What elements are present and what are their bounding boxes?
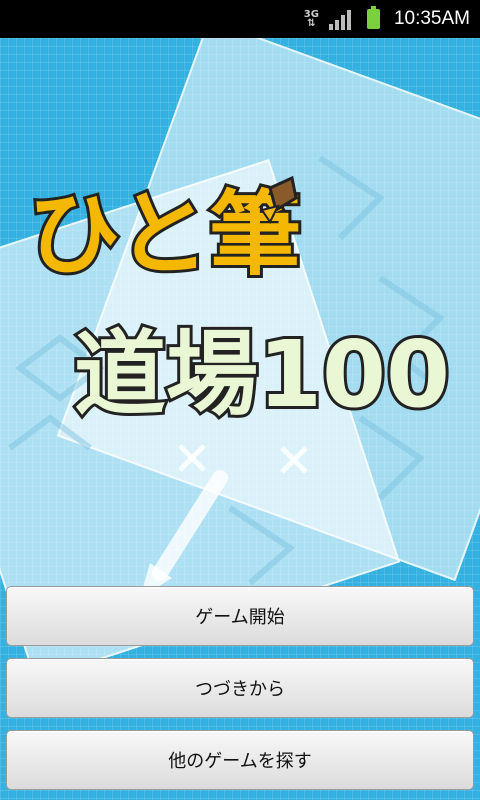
- signal-strength-icon: [328, 8, 353, 30]
- brush-illustration: [140, 470, 228, 598]
- find-other-games-label: 他のゲームを探す: [168, 751, 312, 772]
- title-line1-graphic: ひと筆: [25, 178, 304, 291]
- continue-label: つづきから: [195, 679, 285, 700]
- continue-button[interactable]: つづきから: [6, 658, 474, 718]
- cross-marks: [178, 444, 308, 474]
- title-line2: 道場100: [74, 321, 450, 428]
- start-game-button[interactable]: ゲーム開始: [6, 586, 474, 646]
- title-line1: ひと筆: [28, 181, 301, 288]
- status-time: 10:35AM: [393, 8, 470, 29]
- title-line2-graphic: 道場100: [71, 318, 453, 431]
- battery-icon: [366, 6, 380, 29]
- network-3g-icon: 3G ⇅: [303, 9, 319, 29]
- start-game-label: ゲーム開始: [195, 607, 285, 628]
- status-bar: 3G ⇅ 10:35AM: [0, 0, 480, 38]
- find-other-games-button[interactable]: 他のゲームを探す: [6, 730, 474, 790]
